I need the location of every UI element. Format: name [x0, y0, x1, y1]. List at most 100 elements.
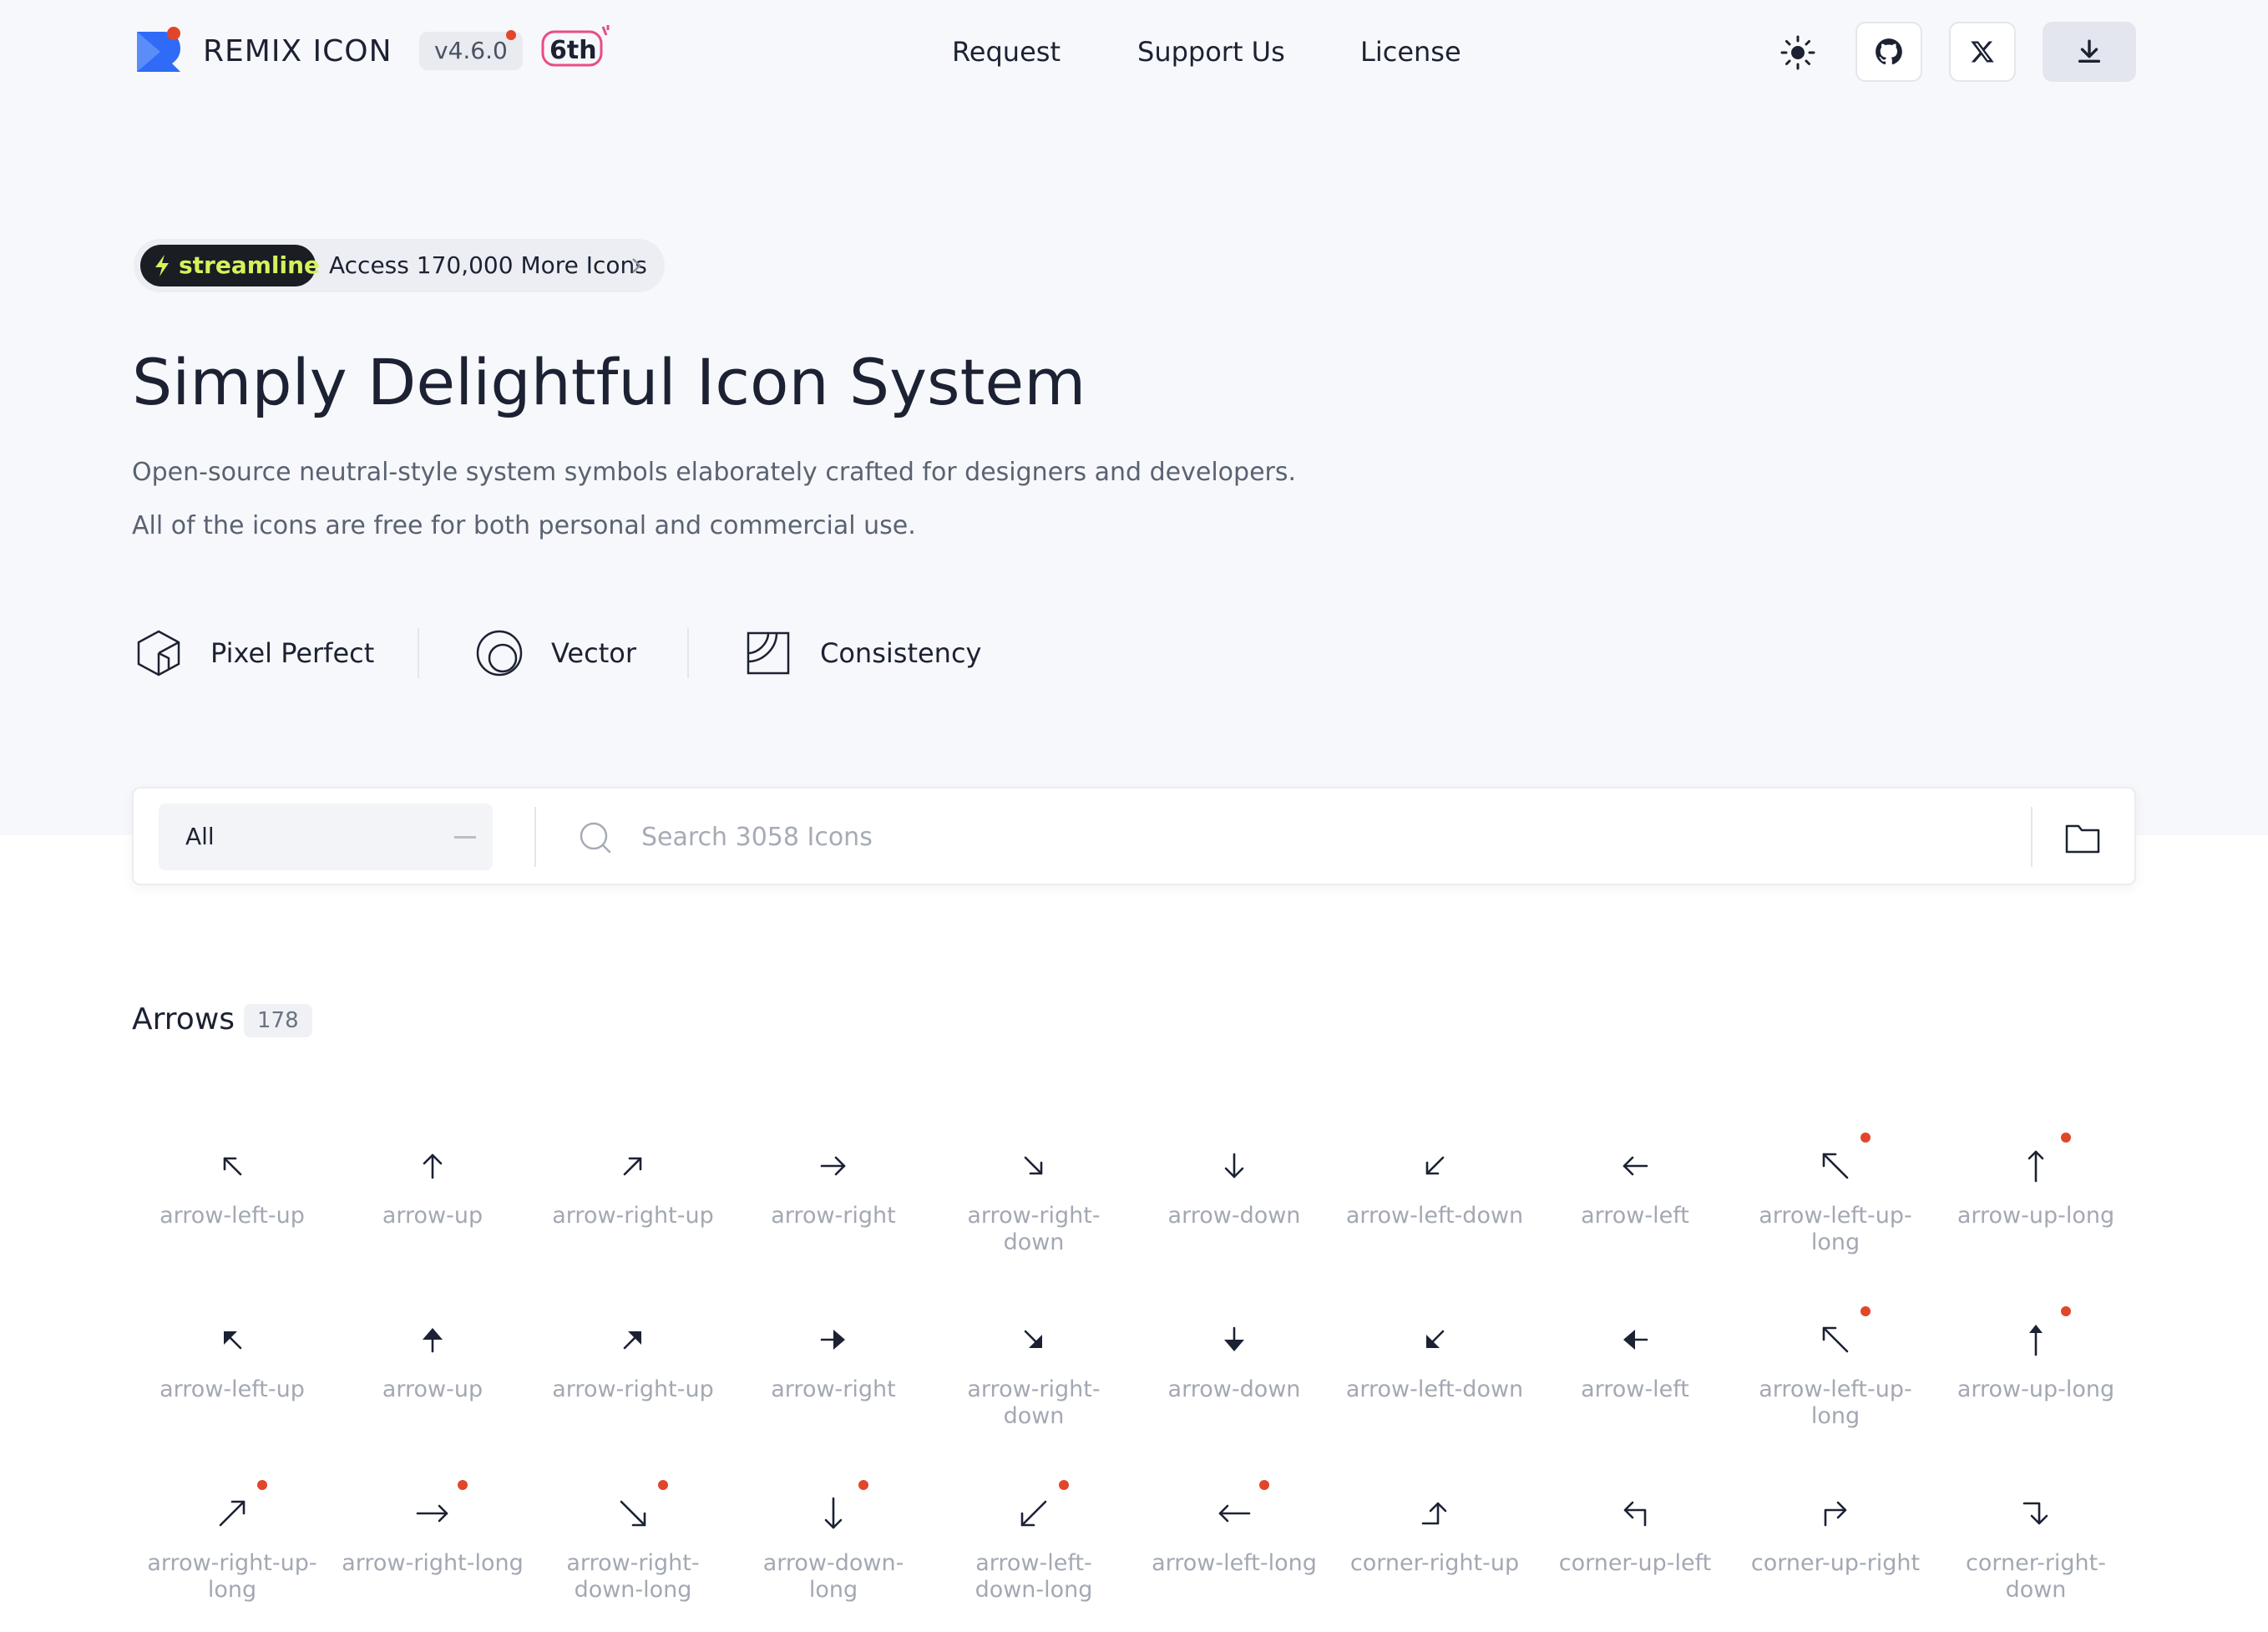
- nav-request[interactable]: Request: [952, 33, 1061, 70]
- icon-name-label: arrow-up-long: [1957, 1203, 2115, 1229]
- arrow-right-up-fill-icon: [623, 1331, 641, 1350]
- icon-cell-arrow-right-up-long[interactable]: arrow-right-up-long: [132, 1467, 332, 1632]
- new-icon-dot: [257, 1480, 267, 1490]
- section-title-arrows: Arrows: [132, 1002, 235, 1036]
- arrow-left-down-long-icon: [1020, 1500, 1047, 1527]
- icon-name-label: arrow-left: [1581, 1376, 1689, 1402]
- icon-cell-arrow-left-down[interactable]: arrow-left-down: [1334, 1293, 1535, 1460]
- brand-name[interactable]: REMIX ICON: [203, 33, 392, 70]
- streamline-promo-link[interactable]: streamline Access 170,000 More Icons: [134, 239, 665, 292]
- search-icon: [580, 822, 611, 854]
- streamline-label: streamline: [179, 251, 321, 279]
- collapse-dash-icon: [454, 836, 476, 839]
- category-select[interactable]: All: [159, 803, 493, 870]
- icon-name-label: arrow-down-long: [762, 1550, 904, 1603]
- feature-pixel-perfect: Pixel Perfect: [134, 626, 374, 680]
- icon-name-label: arrow-left-up-long: [1759, 1203, 1912, 1255]
- icon-cell-arrow-right-down[interactable]: arrow-right-down: [934, 1119, 1134, 1286]
- chevron-right-icon: [632, 258, 641, 273]
- icon-cell-arrow-up[interactable]: arrow-up: [332, 1119, 533, 1286]
- icon-cell-arrow-right-up[interactable]: arrow-right-up: [533, 1293, 733, 1460]
- icon-cell-arrow-left-long[interactable]: arrow-left-long: [1134, 1467, 1334, 1632]
- icon-name-label: arrow-right-long: [342, 1550, 524, 1576]
- icon-cell-arrow-right-long[interactable]: arrow-right-long: [332, 1467, 533, 1632]
- github-button[interactable]: [1855, 22, 1922, 82]
- icon-cell-arrow-right[interactable]: arrow-right: [733, 1119, 934, 1286]
- streamline-badge: streamline: [140, 245, 320, 286]
- promo-text: Access 170,000 More Icons: [329, 251, 647, 279]
- icon-cell-arrow-up-long[interactable]: arrow-up-long: [1936, 1293, 2136, 1460]
- arrow-up-fill-icon: [423, 1328, 443, 1353]
- icon-cell-arrow-left-up-long[interactable]: arrow-left-up-long: [1735, 1119, 1936, 1286]
- new-version-dot: [506, 30, 516, 40]
- arrow-right-down-icon: [1024, 1156, 1043, 1175]
- search-divider: [534, 807, 536, 867]
- icon-cell-arrow-left-up[interactable]: arrow-left-up: [132, 1119, 332, 1286]
- nav-support-us[interactable]: Support Us: [1137, 33, 1285, 70]
- arrow-up-long-icon: [2028, 1150, 2044, 1183]
- arrow-right-up-long-icon: [219, 1500, 246, 1527]
- icon-name-label: corner-right-down: [1965, 1550, 2106, 1603]
- icon-name-label: arrow-up-long: [1957, 1376, 2115, 1402]
- icon-cell-arrow-right-down[interactable]: arrow-right-down: [934, 1293, 1134, 1460]
- icon-cell-corner-right-down[interactable]: corner-right-down: [1936, 1467, 2136, 1632]
- icon-cell-arrow-left-up[interactable]: arrow-left-up: [132, 1293, 332, 1460]
- icon-cell-arrow-left-down-long[interactable]: arrow-left-down-long: [934, 1467, 1134, 1632]
- icon-cell-arrow-left-up-long[interactable]: arrow-left-up-long: [1735, 1293, 1936, 1460]
- download-button[interactable]: [2043, 22, 2136, 82]
- icon-name-label: arrow-left-up-long: [1759, 1376, 1912, 1429]
- icon-cell-arrow-left[interactable]: arrow-left: [1535, 1293, 1735, 1460]
- corner-up-left-icon: [1623, 1501, 1647, 1527]
- feature-divider: [687, 628, 689, 678]
- sixth-anniversary-badge[interactable]: 6th: [539, 23, 611, 70]
- remix-logo-icon[interactable]: [135, 27, 182, 73]
- icon-name-label: corner-up-right: [1750, 1550, 1921, 1576]
- search-divider: [2031, 807, 2033, 867]
- x-icon: [1971, 41, 1994, 63]
- icon-name-label: corner-right-up: [1349, 1550, 1520, 1576]
- arrow-left-fill-icon: [1623, 1330, 1648, 1350]
- category-value: All: [185, 823, 215, 850]
- icon-cell-corner-right-up[interactable]: corner-right-up: [1334, 1467, 1535, 1632]
- icon-cell-arrow-up-long[interactable]: arrow-up-long: [1936, 1119, 2136, 1286]
- icon-cell-arrow-up[interactable]: arrow-up: [332, 1293, 533, 1460]
- arrow-right-down-fill-icon: [1024, 1330, 1042, 1348]
- new-icon-dot: [1860, 1133, 1871, 1143]
- arrow-left-up-fill-icon: [224, 1331, 242, 1350]
- arrow-down-fill-icon: [1224, 1326, 1244, 1351]
- theme-toggle-sun-icon[interactable]: [1779, 33, 1817, 72]
- icon-cell-arrow-left[interactable]: arrow-left: [1535, 1119, 1735, 1286]
- folder-icon[interactable]: [2064, 822, 2101, 855]
- nav-license[interactable]: License: [1360, 33, 1461, 70]
- icon-cell-arrow-right[interactable]: arrow-right: [733, 1293, 934, 1460]
- feature-consistency: Consistency: [743, 626, 981, 680]
- new-icon-dot: [2061, 1133, 2071, 1143]
- feature-vector: Vector: [474, 626, 636, 680]
- new-icon-dot: [458, 1480, 468, 1490]
- hero-title: Simply Delightful Icon System: [132, 345, 1086, 419]
- anniversary-label: 6th: [549, 36, 597, 65]
- arrow-right-long-icon: [416, 1504, 448, 1523]
- icon-cell-arrow-down[interactable]: arrow-down: [1134, 1119, 1334, 1286]
- bolt-icon: [155, 255, 169, 276]
- icon-cell-arrow-down[interactable]: arrow-down: [1134, 1293, 1334, 1460]
- icon-cell-corner-up-left[interactable]: corner-up-left: [1535, 1467, 1735, 1632]
- icon-name-label: arrow-left: [1581, 1203, 1689, 1229]
- x-twitter-button[interactable]: [1949, 22, 2016, 82]
- new-icon-dot: [1259, 1480, 1269, 1490]
- icon-name-label: arrow-left-down: [1345, 1203, 1524, 1229]
- icon-cell-arrow-right-up[interactable]: arrow-right-up: [533, 1119, 733, 1286]
- icon-name-label: arrow-left-up: [159, 1376, 305, 1402]
- icon-name-label: arrow-down: [1167, 1376, 1301, 1402]
- icon-cell-arrow-right-down-long[interactable]: arrow-right-down-long: [533, 1467, 733, 1632]
- top-header: REMIX ICON v4.6.0 6th Request Support Us…: [0, 0, 2268, 104]
- download-icon: [2078, 39, 2101, 63]
- arrow-left-down-fill-icon: [1426, 1330, 1445, 1348]
- icon-cell-arrow-left-down[interactable]: arrow-left-down: [1334, 1119, 1535, 1286]
- feature-label: Consistency: [820, 637, 982, 669]
- icon-cell-corner-up-right[interactable]: corner-up-right: [1735, 1467, 1936, 1632]
- search-input[interactable]: [641, 810, 1994, 864]
- icon-cell-arrow-down-long[interactable]: arrow-down-long: [733, 1467, 934, 1632]
- arrow-right-fill-icon: [820, 1330, 845, 1350]
- icon-name-label: arrow-right-up: [552, 1203, 714, 1229]
